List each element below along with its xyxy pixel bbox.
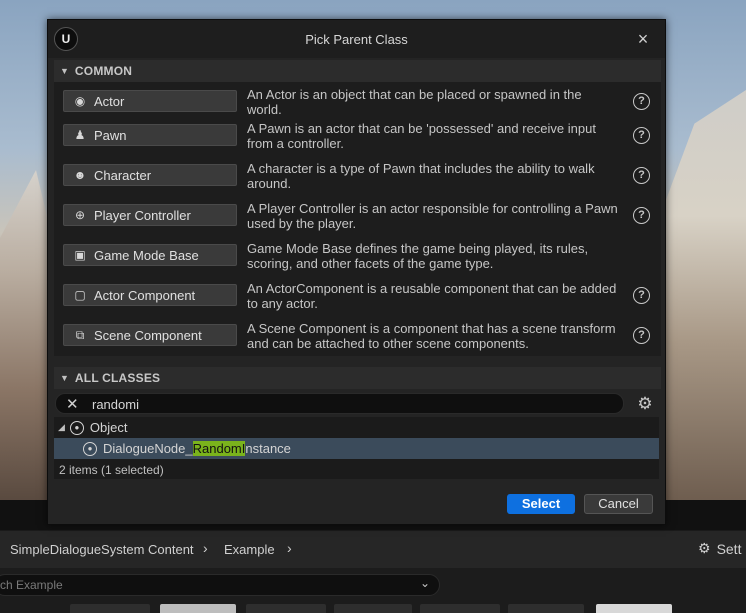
class-button-character[interactable]: ☻ Character xyxy=(63,164,237,186)
chevron-right-icon: › xyxy=(203,540,208,556)
asset-thumbnail[interactable] xyxy=(70,604,150,613)
actor-icon: ◉ xyxy=(74,94,86,108)
collapse-triangle-icon: ▼ xyxy=(60,66,69,76)
gear-icon: ⚙ xyxy=(698,540,711,556)
common-class-row: ▢ Actor Component An ActorComponent is a… xyxy=(54,276,661,316)
label-suffix: nstance xyxy=(245,441,291,456)
asset-thumbnail[interactable] xyxy=(160,604,236,613)
help-icon[interactable]: ? xyxy=(633,287,650,304)
class-button-game-mode-base[interactable]: ▣ Game Mode Base xyxy=(63,244,237,266)
common-section-header[interactable]: ▼ COMMON xyxy=(54,60,661,82)
common-class-row: ♟ Pawn A Pawn is an actor that can be 'p… xyxy=(54,116,661,156)
breadcrumb-item[interactable]: Example xyxy=(224,542,275,557)
class-description: A Scene Component is a component that ha… xyxy=(247,321,616,351)
chevron-down-icon[interactable]: ⌄ xyxy=(420,576,430,590)
item-count: 2 items (1 selected) xyxy=(59,463,164,477)
class-search-box: ✕ xyxy=(55,393,624,414)
class-button-actor[interactable]: ◉ Actor xyxy=(63,90,237,112)
chevron-right-icon: › xyxy=(287,540,292,556)
cancel-button[interactable]: Cancel xyxy=(584,494,653,514)
class-button-actor-component[interactable]: ▢ Actor Component xyxy=(63,284,237,306)
class-button-label: Scene Component xyxy=(94,327,202,343)
all-classes-section-header[interactable]: ▼ ALL CLASSES xyxy=(54,367,661,389)
asset-thumbnail[interactable] xyxy=(508,604,584,613)
pick-parent-class-dialog: U Pick Parent Class × ▼ COMMON ◉ Actor A… xyxy=(47,19,666,525)
tree-row-label: Object xyxy=(89,420,128,435)
asset-thumbnail[interactable] xyxy=(334,604,412,613)
tree-row-object[interactable]: ◢ ● Object xyxy=(54,417,659,438)
breadcrumb-item[interactable]: SimpleDialogueSystem Content xyxy=(10,542,194,557)
common-classes-list: ◉ Actor An Actor is an object that can b… xyxy=(54,82,661,356)
collapse-triangle-icon: ▼ xyxy=(60,373,69,383)
section-title: COMMON xyxy=(74,64,133,78)
pawn-icon: ♟ xyxy=(74,128,86,142)
component-icon: ▢ xyxy=(74,288,86,302)
class-button-label: Character xyxy=(94,167,152,183)
gear-icon[interactable]: ⚙ xyxy=(634,393,656,415)
settings-label: Sett xyxy=(716,540,742,557)
help-icon[interactable]: ? xyxy=(633,127,650,144)
help-icon[interactable]: ? xyxy=(633,93,650,110)
class-icon: ● xyxy=(69,420,84,435)
tree-row-label: DialogueNode_RandomInstance xyxy=(103,441,291,456)
dialog-title: Pick Parent Class xyxy=(305,32,408,47)
class-button-pawn[interactable]: ♟ Pawn xyxy=(63,124,237,146)
class-search-input[interactable] xyxy=(92,396,592,412)
class-button-label: Pawn xyxy=(94,127,127,143)
class-button-scene-component[interactable]: ⧉ Scene Component xyxy=(63,324,237,346)
class-button-player-controller[interactable]: ⊕ Player Controller xyxy=(63,204,237,226)
class-button-label: Actor xyxy=(94,93,125,109)
class-description: Game Mode Base defines the game being pl… xyxy=(247,241,589,271)
common-class-row: ▣ Game Mode Base Game Mode Base defines … xyxy=(54,236,661,276)
class-icon: ● xyxy=(83,441,97,456)
search-match-highlight: RandomI xyxy=(192,441,246,456)
common-class-row: ⊕ Player Controller A Player Controller … xyxy=(54,196,661,236)
section-title: ALL CLASSES xyxy=(74,371,161,385)
common-class-row: ☻ Character A character is a type of Paw… xyxy=(54,156,661,196)
help-icon[interactable]: ? xyxy=(633,207,650,224)
common-class-row: ⧉ Scene Component A Scene Component is a… xyxy=(54,316,661,356)
help-icon[interactable]: ? xyxy=(633,327,650,344)
image-icon: ▣ xyxy=(74,248,86,262)
asset-thumbnail[interactable] xyxy=(596,604,672,613)
close-icon[interactable]: × xyxy=(632,28,654,50)
expand-triangle-icon[interactable]: ◢ xyxy=(58,422,65,433)
class-description: A Pawn is an actor that can be 'possesse… xyxy=(247,121,596,151)
asset-thumbnail[interactable] xyxy=(246,604,326,613)
select-button[interactable]: Select xyxy=(507,494,575,514)
class-button-label: Actor Component xyxy=(94,287,196,303)
dialog-titlebar: U Pick Parent Class × xyxy=(48,20,665,58)
help-icon[interactable]: ? xyxy=(633,167,650,184)
content-search-box[interactable] xyxy=(0,574,440,596)
clear-search-icon[interactable]: ✕ xyxy=(66,395,79,413)
character-icon: ☻ xyxy=(73,168,87,182)
label-prefix: DialogueNode_ xyxy=(103,441,193,456)
class-description: A Player Controller is an actor responsi… xyxy=(247,201,618,231)
gamepad-icon: ⊕ xyxy=(74,208,86,222)
settings-button[interactable]: ⚙ Sett xyxy=(698,540,741,557)
asset-thumbnail[interactable] xyxy=(420,604,500,613)
tree-row-dialogue-node-random-instance[interactable]: ● DialogueNode_RandomInstance xyxy=(54,438,659,459)
content-search-text: ch Example xyxy=(0,578,63,592)
class-button-label: Player Controller xyxy=(94,207,191,223)
class-description: A character is a type of Pawn that inclu… xyxy=(247,161,595,191)
scene-component-icon: ⧉ xyxy=(75,327,85,342)
class-description: An ActorComponent is a reusable componen… xyxy=(247,281,617,311)
class-button-label: Game Mode Base xyxy=(94,247,199,263)
